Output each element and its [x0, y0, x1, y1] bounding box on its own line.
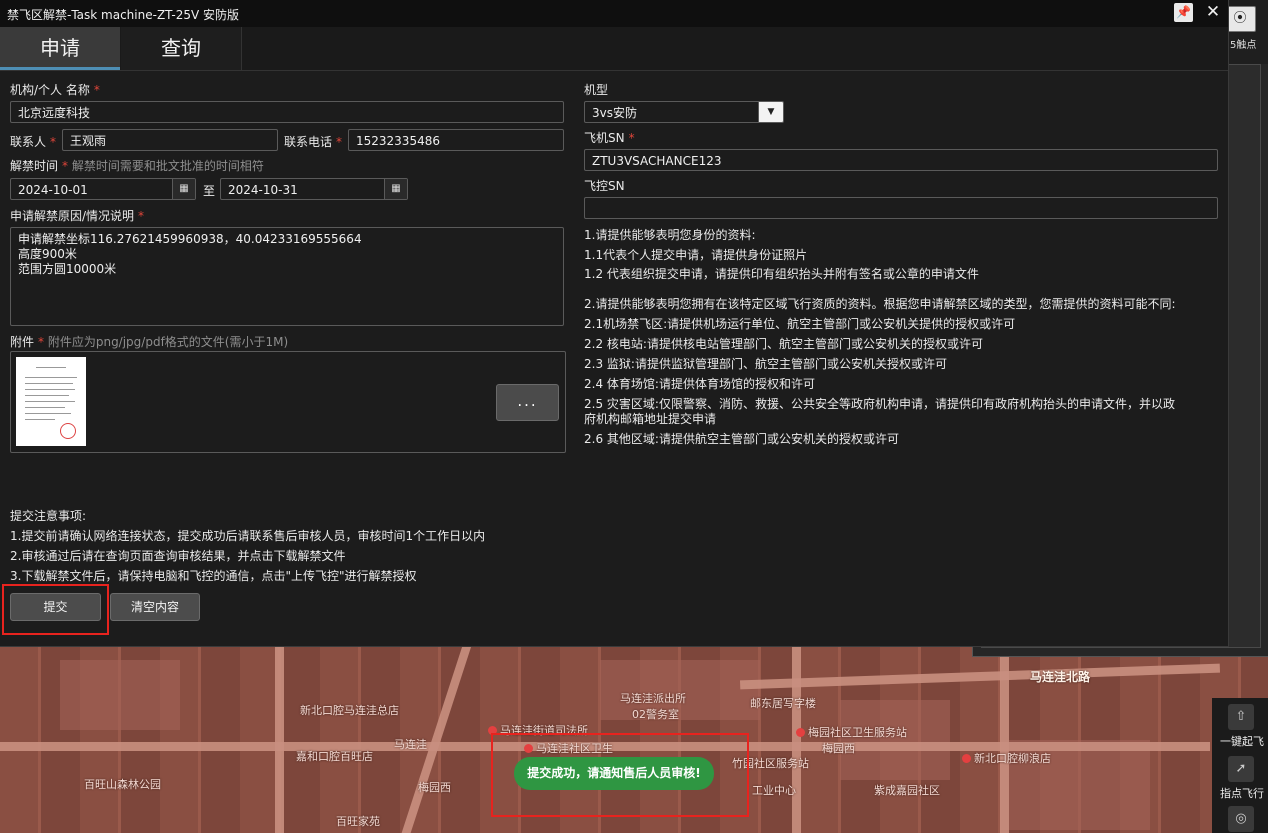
point-flight-button[interactable]: ➚ 指点飞行 [1212, 750, 1268, 800]
map-poi: 梅园社区卫生服务站 [796, 724, 907, 740]
notes-line: 1.提交前请确认网络连接状态，提交成功后请联系售后审核人员，审核时间1个工作日以… [10, 529, 486, 543]
point-flight-icon: ➚ [1228, 756, 1254, 782]
attachment-thumbnail[interactable] [16, 357, 86, 446]
model-label: 机型 [584, 83, 609, 97]
attachment-area[interactable] [10, 351, 566, 453]
requirement-line: 2.请提供能够表明您拥有在该特定区域飞行资质的资料。根据您申请解禁区域的类型，您… [584, 297, 1176, 311]
map-poi: 百旺山森林公园 [84, 778, 161, 791]
map-road-label: 马连洼北路 [1030, 670, 1091, 684]
tab-bar: 申请 查询 [0, 27, 1228, 71]
target-icon: ◎ [1228, 806, 1254, 832]
phone-label: 联系电话 * [284, 135, 343, 149]
contact-field[interactable]: 王观雨 [62, 129, 278, 151]
browse-file-button[interactable]: ... [496, 384, 559, 421]
tab-apply[interactable]: 申请 [0, 27, 120, 70]
reason-textarea[interactable]: 申请解禁坐标116.27621459960938，40.042331695556… [10, 227, 564, 326]
date-from-field[interactable]: 2024-10-01 ▦ [10, 178, 196, 200]
map-poi: 嘉和口腔百旺店 [296, 750, 373, 763]
highlight-box [2, 584, 109, 635]
takeoff-icon: ⇧ [1228, 704, 1254, 730]
requirement-line: 2.3 监狱:请提供监狱管理部门、航空主管部门或公安机关授权或许可 [584, 357, 947, 371]
map-poi: 02警务室 [632, 708, 679, 721]
notes-line: 2.审核通过后请在查询页面查询审核结果，并点击下载解禁文件 [10, 549, 346, 563]
chevron-down-icon[interactable]: ▼ [758, 102, 783, 122]
contact-label: 联系人 * [10, 135, 57, 149]
notes-title: 提交注意事项: [10, 509, 87, 523]
org-label: 机构/个人 名称 * [10, 83, 100, 97]
fc-sn-label: 飞控SN [584, 179, 625, 193]
requirement-line: 府机构邮箱地址提交申请 [584, 412, 717, 426]
title-bar: 禁飞区解禁-Task machine-ZT-25V 安防版 📌 ✕ [0, 0, 1228, 27]
target-button[interactable]: ◎ [1212, 800, 1268, 833]
map-poi: 工业中心 [752, 784, 796, 797]
notes-line: 3.下载解禁文件后，请保持电脑和飞控的通信，点击"上传飞控"进行解禁授权 [10, 569, 417, 583]
pin-icon[interactable]: 📌 [1174, 3, 1193, 22]
map-poi: 紫成嘉园社区 [874, 784, 940, 797]
requirement-line: 2.2 核电站:请提供核电站管理部门、航空主管部门或公安机关的授权或许可 [584, 337, 983, 351]
touch-point-label: 5触点 [1230, 40, 1257, 51]
success-toast: 提交成功，请通知售后人员审核! [514, 757, 714, 790]
point-flight-label: 指点飞行 [1220, 787, 1264, 800]
model-select[interactable]: 3vs安防 ▼ [584, 101, 784, 123]
map-poi: 马连洼 [394, 738, 427, 751]
requirement-line: 1.请提供能够表明您身份的资料: [584, 228, 756, 242]
requirement-line: 2.1机场禁飞区:请提供机场运行单位、航空主管部门或公安机关提供的授权或许可 [584, 317, 1016, 331]
one-key-takeoff-button[interactable]: ⇧ 一键起飞 [1212, 698, 1268, 750]
reason-line: 高度900米 [18, 247, 77, 261]
touch-point-icon[interactable]: ⦿ [1224, 6, 1256, 32]
map-poi: 新北口腔马连洼总店 [300, 704, 399, 717]
map-poi: 梅园西 [822, 742, 855, 755]
map-poi: 百旺家苑 [336, 815, 380, 828]
no-fly-unlock-dialog: 禁飞区解禁-Task machine-ZT-25V 安防版 📌 ✕ 申请 查询 … [0, 0, 1228, 646]
map-poi: 邮东居写字楼 [750, 697, 816, 710]
window-title: 禁飞区解禁-Task machine-ZT-25V 安防版 [7, 8, 240, 22]
map-poi: 马连洼派出所 [620, 692, 686, 705]
requirement-line: 2.4 体育场馆:请提供体育场馆的授权和许可 [584, 377, 815, 391]
requirement-line: 2.6 其他区域:请提供航空主管部门或公安机关的授权或许可 [584, 432, 899, 446]
aircraft-sn-field[interactable]: ZTU3VSACHANCE123 [584, 149, 1218, 171]
map-poi: 新北口腔柳浪店 [962, 750, 1051, 766]
org-name-field[interactable]: 北京远度科技 [10, 101, 564, 123]
requirement-line: 1.1代表个人提交申请，请提供身份证照片 [584, 248, 808, 262]
reason-label: 申请解禁原因/情况说明 * [10, 209, 145, 223]
time-label: 解禁时间 * 解禁时间需要和批文批准的时间相符 [10, 159, 264, 173]
calendar-icon[interactable]: ▦ [384, 179, 407, 199]
phone-field[interactable]: 15232335486 [348, 129, 564, 151]
reason-line: 申请解禁坐标116.27621459960938，40.042331695556… [18, 232, 362, 246]
date-to-field[interactable]: 2024-10-31 ▦ [220, 178, 408, 200]
clear-button[interactable]: 清空内容 [110, 593, 200, 621]
date-separator: 至 [203, 184, 216, 198]
tab-query[interactable]: 查询 [121, 27, 242, 70]
close-icon[interactable]: ✕ [1204, 1, 1222, 23]
reason-line: 范围方圆10000米 [18, 262, 117, 276]
fc-sn-field[interactable] [584, 197, 1218, 219]
map-poi: 梅园西 [418, 781, 451, 794]
aircraft-sn-label: 飞机SN * [584, 131, 635, 145]
calendar-icon[interactable]: ▦ [172, 179, 195, 199]
requirement-line: 1.2 代表组织提交申请，请提供印有组织抬头并附有签名或公章的申请文件 [584, 267, 979, 281]
one-key-takeoff-label: 一键起飞 [1220, 735, 1264, 748]
attach-label: 附件 * 附件应为png/jpg/pdf格式的文件(需小于1M) [10, 335, 289, 349]
